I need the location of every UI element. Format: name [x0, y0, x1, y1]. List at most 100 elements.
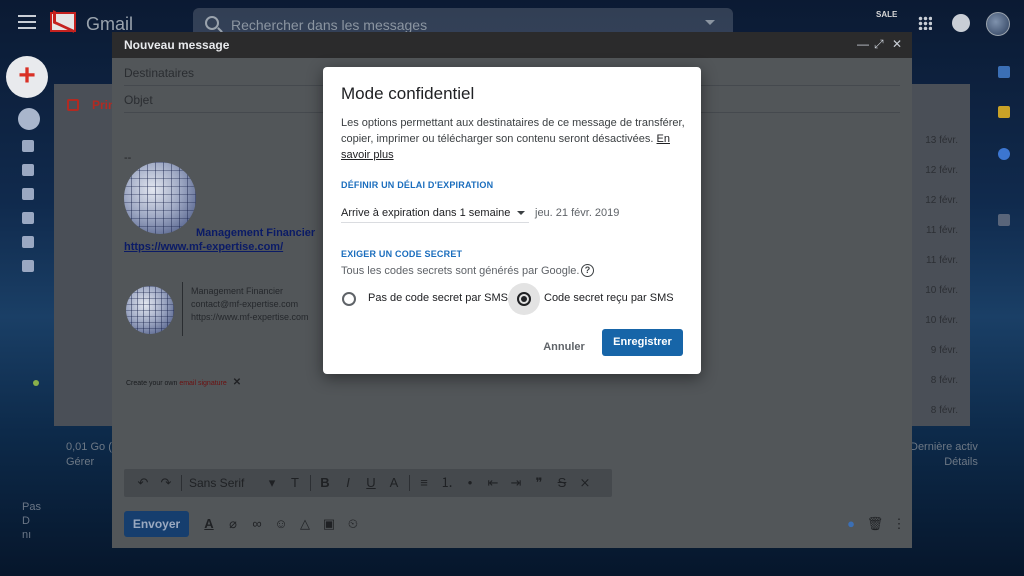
help-icon[interactable]: ? [581, 264, 594, 277]
bulleted-list-icon[interactable]: • [459, 473, 481, 493]
card-email[interactable]: contact@mf-expertise.com [191, 298, 309, 311]
signature-card: Management Financier contact@mf-expertis… [191, 285, 309, 324]
expiration-select[interactable]: Arrive à expiration dans 1 semaine [341, 205, 529, 223]
google-drive-icon[interactable]: △ [294, 515, 316, 533]
drafts-icon[interactable] [22, 212, 34, 224]
search-icon[interactable] [205, 16, 219, 30]
sale-badge: SALE [876, 10, 898, 19]
mail-dates: 13 févr. 12 févr. 12 févr. 11 févr. 11 f… [916, 132, 958, 432]
radio-no-sms-passcode[interactable]: Pas de code secret par SMS [341, 289, 511, 309]
apps-grid-icon[interactable] [918, 16, 932, 30]
undo-icon[interactable]: ↶ [132, 473, 154, 493]
redo-icon[interactable]: ↷ [155, 473, 177, 493]
left-nav [18, 108, 40, 284]
insert-photo-icon[interactable]: ▣ [318, 515, 340, 533]
storage-info: 0,01 Go (0 Gérer [66, 441, 118, 468]
add-addon-icon[interactable] [998, 214, 1010, 226]
calendar-icon[interactable] [998, 66, 1010, 78]
expiration-section-label: DÉFINIR UN DÉLAI D'EXPIRATION [341, 180, 494, 190]
quote-icon[interactable]: ❞ [528, 473, 550, 493]
signature-divider [182, 282, 183, 336]
text-color-icon[interactable]: A [383, 473, 405, 493]
globe-logo-small-icon [126, 286, 174, 334]
recipients-label: Destinataires [124, 66, 195, 80]
tasks-icon[interactable] [998, 148, 1010, 160]
starred-icon[interactable] [22, 140, 34, 152]
passcode-section-label: EXIGER UN CODE SECRET [341, 249, 463, 259]
keep-icon[interactable] [998, 106, 1010, 118]
numbered-list-icon[interactable]: ⒈ [436, 473, 458, 493]
search-input[interactable]: Rechercher dans les messages [231, 17, 427, 33]
mail-date: 12 févr. [925, 195, 958, 206]
card-company: Management Financier [191, 286, 284, 296]
signature-separator: -- [124, 152, 132, 164]
dismiss-icon[interactable]: ✕ [233, 377, 241, 388]
notifications-icon[interactable] [952, 14, 970, 32]
inbox-icon[interactable] [18, 108, 40, 130]
compose-title: Nouveau message [124, 38, 230, 52]
align-icon[interactable]: ≡ [413, 473, 435, 493]
signature-company: Management Financier [196, 227, 316, 239]
send-button[interactable]: Envoyer [124, 511, 189, 537]
cancel-button[interactable]: Annuler [535, 334, 593, 360]
font-size-icon[interactable]: T [284, 473, 306, 493]
radio-sms-passcode[interactable]: Code secret reçu par SMS [508, 283, 687, 315]
bold-icon[interactable]: B [314, 473, 336, 493]
discard-draft-icon[interactable]: 🗑 [864, 515, 886, 533]
tab-primary[interactable]: Prin [54, 90, 115, 120]
subject-label: Objet [124, 93, 153, 107]
formatting-options-icon[interactable]: A [198, 515, 220, 533]
toolbar-divider [409, 475, 410, 491]
gmail-logo-icon[interactable] [50, 12, 76, 32]
activity-icon[interactable]: ● [840, 515, 862, 533]
menu-icon[interactable] [18, 15, 36, 29]
insert-link-icon[interactable]: ∞ [246, 515, 268, 533]
minimize-icon[interactable]: — [857, 37, 869, 51]
remove-formatting-icon[interactable]: ⨯ [574, 473, 596, 493]
confidential-mode-dialog: Mode confidentiel Les options permettant… [323, 67, 701, 374]
compose-actions: A ⌀ ∞ ☺ △ ▣ ⏲ [198, 515, 366, 533]
mail-date: 11 févr. [925, 225, 958, 236]
indent-more-icon[interactable]: ⇥ [505, 473, 527, 493]
indent-less-icon[interactable]: ⇤ [482, 473, 504, 493]
radio-no-sms-label: Pas de code secret par SMS [368, 292, 509, 304]
labels-icon[interactable] [22, 236, 34, 248]
account-avatar[interactable] [986, 12, 1010, 36]
create-signature-note: Create your own email signature ✕ [126, 377, 242, 388]
strikethrough-icon[interactable]: S [551, 473, 573, 493]
underline-icon[interactable]: U [360, 473, 382, 493]
close-icon[interactable]: ✕ [892, 37, 902, 51]
mail-date: 8 févr. [930, 375, 958, 386]
mail-date: 11 févr. [925, 255, 958, 266]
inbox-tab-icon [67, 99, 79, 111]
font-dropdown-caret-icon[interactable]: ▾ [261, 473, 283, 493]
italic-icon[interactable]: I [337, 473, 359, 493]
more-options-icon[interactable]: ⋮ [888, 515, 910, 533]
radio-checked-icon[interactable] [517, 292, 531, 306]
passcode-info: Tous les codes secrets sont générés par … [341, 265, 580, 277]
fullscreen-icon[interactable]: ⤢ [874, 37, 884, 52]
formatting-toolbar: ↶ ↷ Sans Serif ▾ T B I U A ≡ ⒈ • ⇤ ⇥ ❞ S… [124, 469, 612, 497]
signature-url[interactable]: https://www.mf-expertise.com/ [124, 241, 283, 253]
dialog-title: Mode confidentiel [341, 84, 475, 103]
radio-sms-label: Code secret reçu par SMS [544, 292, 674, 304]
compose-button[interactable] [6, 56, 48, 98]
dialog-description: Les options permettant aux destinataires… [341, 117, 685, 161]
email-signature-link[interactable]: email signature [179, 380, 226, 387]
attach-file-icon[interactable]: ⌀ [222, 515, 244, 533]
search-options-caret-icon[interactable] [705, 20, 715, 25]
compose-actions-right: ● 🗑 ⋮ [840, 515, 912, 533]
font-select[interactable]: Sans Serif [185, 473, 261, 493]
save-button[interactable]: Enregistrer [602, 329, 683, 356]
more-chevron-icon[interactable] [22, 260, 34, 272]
confidential-mode-icon[interactable]: ⏲ [342, 515, 364, 533]
insert-emoji-icon[interactable]: ☺ [270, 515, 292, 533]
compose-header[interactable]: Nouveau message — ⤢ ✕ [112, 32, 912, 58]
mail-date: 8 févr. [930, 405, 958, 416]
snoozed-icon[interactable] [22, 164, 34, 176]
sent-icon[interactable] [22, 188, 34, 200]
card-website[interactable]: https://www.mf-expertise.com [191, 311, 309, 324]
last-activity: Dernière activ Détails [910, 441, 978, 468]
radio-unchecked-icon[interactable] [342, 292, 356, 306]
toolbar-divider [310, 475, 311, 491]
